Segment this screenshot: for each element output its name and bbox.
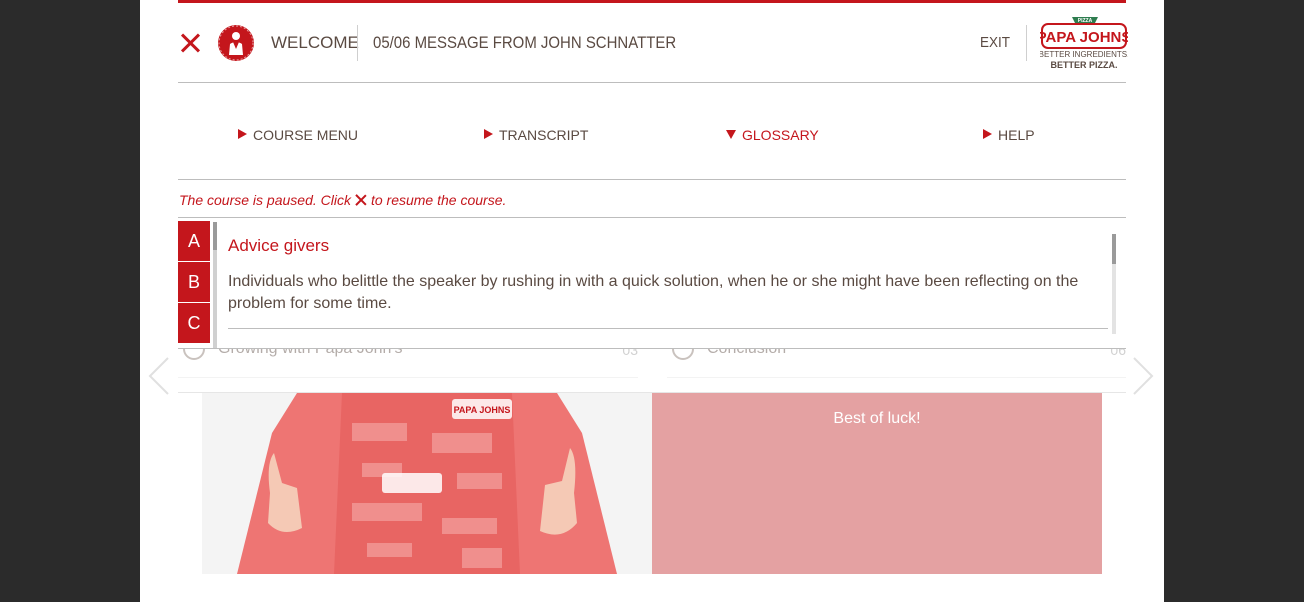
- glossary-scrollbar-thumb[interactable]: [1112, 234, 1116, 264]
- nav-label: TRANSCRIPT: [499, 127, 589, 143]
- triangle-right-icon: [238, 129, 247, 139]
- logo-wordmark: PAPA JOHNS: [1040, 29, 1128, 46]
- lesson-title: 05/06 MESSAGE FROM JOHN SCHNATTER: [373, 33, 677, 52]
- header-divider: [1026, 25, 1027, 61]
- nav-transcript[interactable]: TRANSCRIPT: [484, 127, 588, 143]
- header: WELCOME 05/06 MESSAGE FROM JOHN SCHNATTE…: [178, 3, 1131, 83]
- nav-course-menu[interactable]: COURSE MENU: [238, 127, 358, 143]
- logo-tagline-2: BETTER PIZZA.: [1051, 60, 1118, 70]
- glossary-letter-b[interactable]: B: [178, 262, 210, 302]
- quote-panel: Best of luck!: [652, 393, 1102, 574]
- nav-label: GLOSSARY: [742, 127, 819, 143]
- apron-logo-text: PAPA JOHNS: [454, 405, 511, 415]
- quote-text: Best of luck!: [833, 410, 921, 427]
- close-icon[interactable]: [355, 194, 367, 206]
- course-nav: COURSE MENU TRANSCRIPT GLOSSARY HELP: [178, 84, 1126, 180]
- triangle-right-icon: [983, 129, 992, 139]
- triangle-down-icon: [726, 130, 736, 139]
- nav-glossary[interactable]: GLOSSARY: [726, 127, 819, 143]
- next-arrow-icon[interactable]: [1126, 356, 1164, 396]
- pause-message: The course is paused. Click to resume the…: [179, 192, 506, 208]
- logo-tagline-1: BETTER INGREDIENTS.: [1040, 50, 1128, 59]
- glossary-letter-c[interactable]: C: [178, 303, 210, 343]
- pause-text-before: The course is paused. Click: [179, 192, 351, 208]
- letter-scrollbar-thumb[interactable]: [213, 222, 217, 250]
- glossary-panel: A B C Advice givers Individuals who beli…: [178, 219, 1126, 349]
- papa-johns-logo: PIZZA PAPA JOHNS BETTER INGREDIENTS. BET…: [1037, 13, 1131, 71]
- exit-button[interactable]: EXIT: [980, 34, 1010, 51]
- presenter-photo: PAPA JOHNS: [202, 393, 652, 574]
- triangle-right-icon: [484, 129, 493, 139]
- john-schnatter-avatar-icon: [218, 25, 254, 61]
- nav-label: HELP: [998, 127, 1035, 143]
- pause-text-after: to resume the course.: [370, 192, 507, 208]
- header-divider: [357, 25, 358, 61]
- pause-notice: The course is paused. Click to resume the…: [178, 181, 1126, 218]
- close-icon[interactable]: [178, 31, 202, 55]
- previous-arrow-icon[interactable]: [140, 356, 178, 396]
- section-label: WELCOME: [271, 33, 359, 52]
- glossary-letter-a[interactable]: A: [178, 221, 210, 261]
- nav-label: COURSE MENU: [253, 127, 359, 143]
- divider: [228, 328, 1108, 329]
- nav-help[interactable]: HELP: [983, 127, 1035, 143]
- glossary-definition: Individuals who belittle the speaker by …: [228, 273, 1079, 312]
- course-player: WELCOME 05/06 MESSAGE FROM JOHN SCHNATTE…: [140, 0, 1164, 602]
- glossary-term: Advice givers: [228, 236, 330, 255]
